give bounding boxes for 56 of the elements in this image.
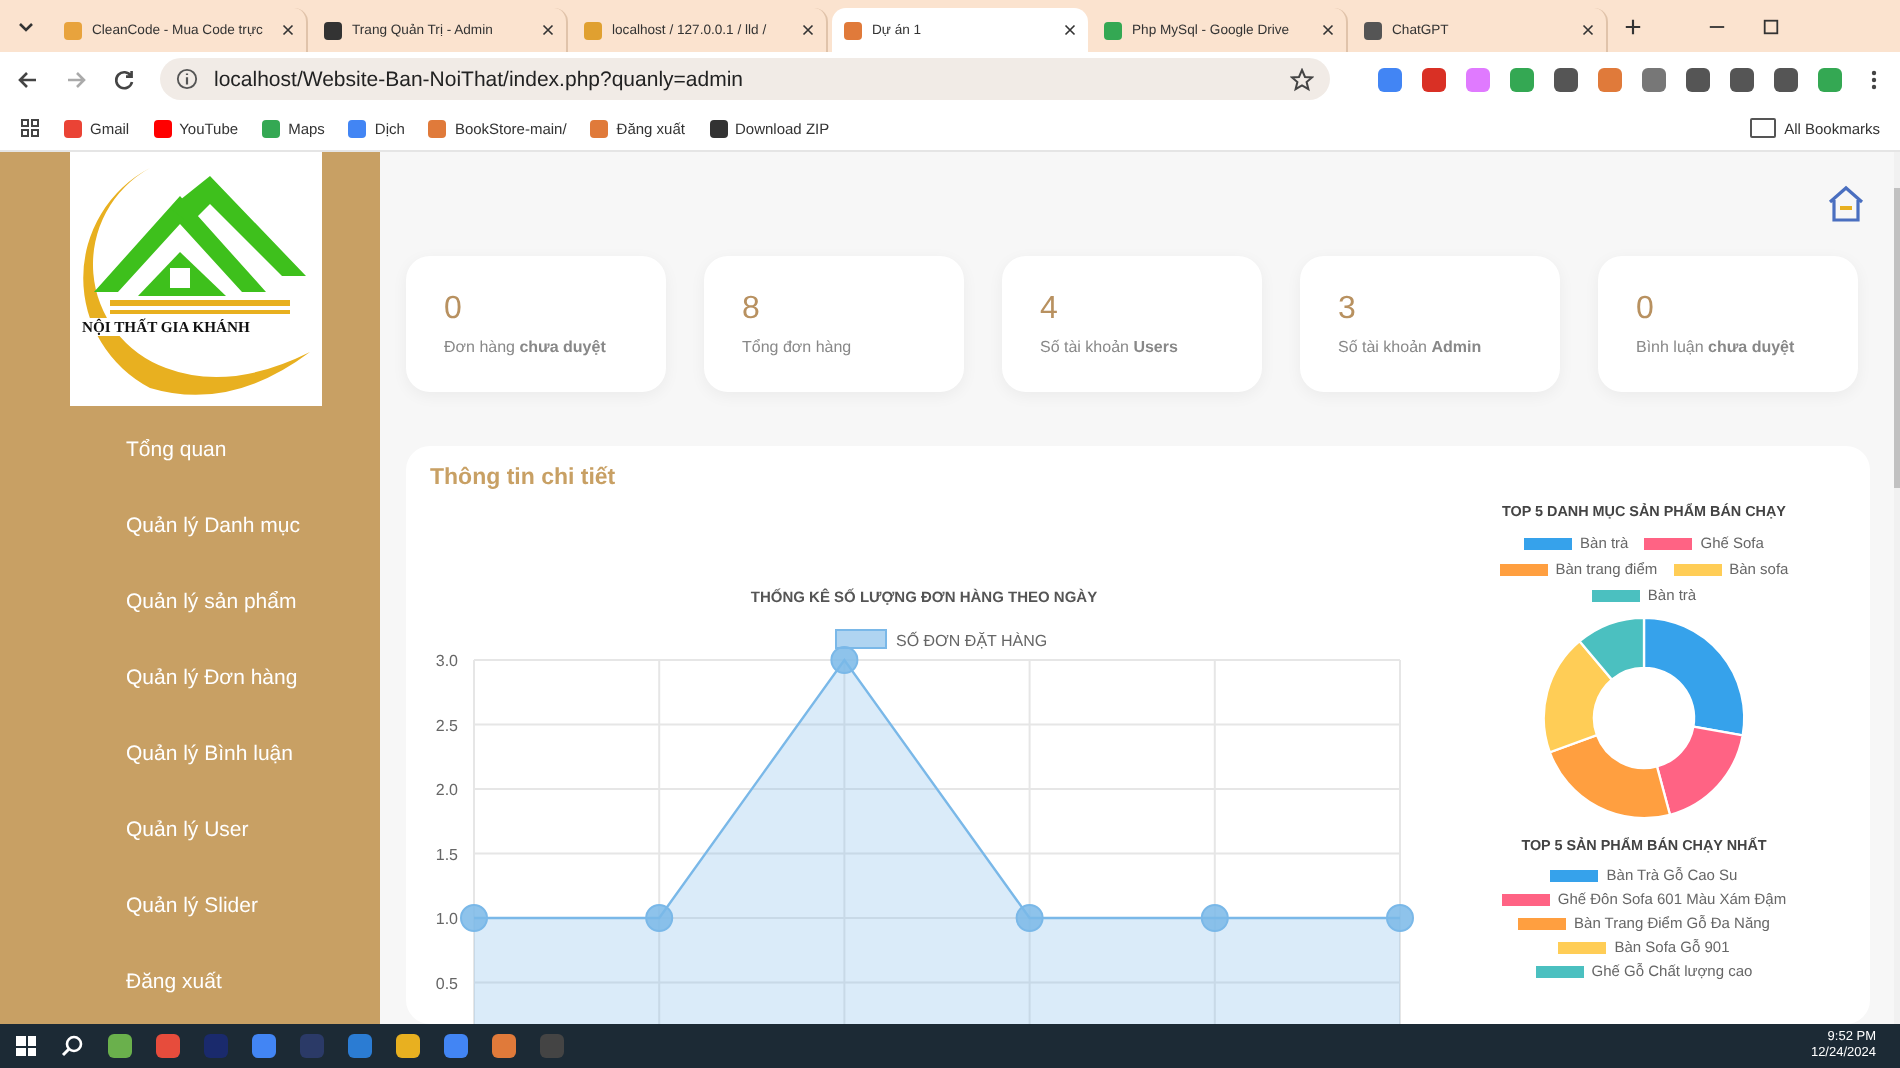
extension-icon[interactable] [1554, 67, 1578, 91]
taskbar-app-icon[interactable] [108, 1034, 132, 1058]
close-icon[interactable] [1582, 24, 1594, 36]
stat-label: Số tài khoản Users [1040, 338, 1180, 356]
maximize-icon[interactable] [1762, 17, 1780, 35]
axis-tick-label: 2.5 [435, 716, 458, 735]
folder-icon [1750, 118, 1777, 138]
windows-start-icon[interactable] [16, 1036, 36, 1056]
back-icon[interactable] [16, 67, 40, 91]
stat-value: 4 [1040, 292, 1060, 328]
stat-value: 8 [742, 292, 762, 328]
taskbar-app-icon[interactable] [252, 1034, 276, 1058]
bookmark-star-icon[interactable] [1290, 67, 1314, 91]
address-field[interactable]: localhost/Website-Ban-NoiThat/index.php?quanly=admin [160, 58, 1330, 100]
axis-tick-label: 0.5 [435, 974, 458, 993]
extension-icon[interactable] [1730, 67, 1754, 91]
stat-label: Số tài khoản Admin [1338, 338, 1484, 356]
data-point [1200, 904, 1229, 932]
close-icon[interactable] [282, 24, 294, 36]
close-icon[interactable] [1322, 24, 1334, 36]
stat-label: Tổng đơn hàng [742, 338, 854, 356]
axis-tick-label: 3.0 [435, 652, 458, 670]
info-icon [176, 68, 198, 90]
close-icon[interactable] [542, 24, 554, 36]
extension-icon[interactable] [1422, 67, 1446, 91]
taskbar-app-icon[interactable] [156, 1034, 180, 1058]
taskbar-app-icon[interactable] [444, 1034, 468, 1058]
data-point [1386, 904, 1414, 932]
taskbar-app-icon[interactable] [492, 1034, 516, 1058]
stat-value: 3 [1338, 292, 1358, 328]
close-icon[interactable] [1064, 24, 1076, 36]
data-point [645, 904, 674, 932]
reload-icon[interactable] [112, 67, 136, 91]
data-point [460, 904, 488, 932]
axis-tick-label: 1.5 [435, 845, 458, 864]
stat-value: 0 [1636, 292, 1656, 328]
taskbar-app-icon[interactable] [348, 1034, 372, 1058]
stat-label: Đơn hàng chưa duyệt [444, 338, 608, 356]
section-title: Thông tin chi tiết [430, 466, 618, 490]
extension-icon[interactable] [1378, 67, 1402, 91]
close-icon[interactable] [802, 24, 814, 36]
apps-grid-icon[interactable] [20, 118, 40, 138]
stat-value: 0 [444, 292, 464, 328]
home-icon[interactable] [1826, 184, 1866, 224]
axis-tick-label: 2.0 [435, 781, 458, 799]
taskbar-app-icon[interactable] [396, 1034, 420, 1058]
stat-label: Bình luận chưa duyệt [1636, 338, 1797, 356]
search-icon[interactable] [60, 1034, 84, 1058]
extension-icon[interactable] [1642, 67, 1666, 91]
data-point [1015, 904, 1044, 932]
data-point [830, 646, 859, 674]
plus-icon[interactable] [1624, 17, 1642, 35]
extension-icon[interactable] [1774, 67, 1798, 91]
axis-tick-label: 1.0 [435, 910, 458, 928]
extension-icon[interactable] [1686, 67, 1710, 91]
legend-label: SỐ ĐƠN ĐẶT HÀNG [896, 632, 1048, 650]
